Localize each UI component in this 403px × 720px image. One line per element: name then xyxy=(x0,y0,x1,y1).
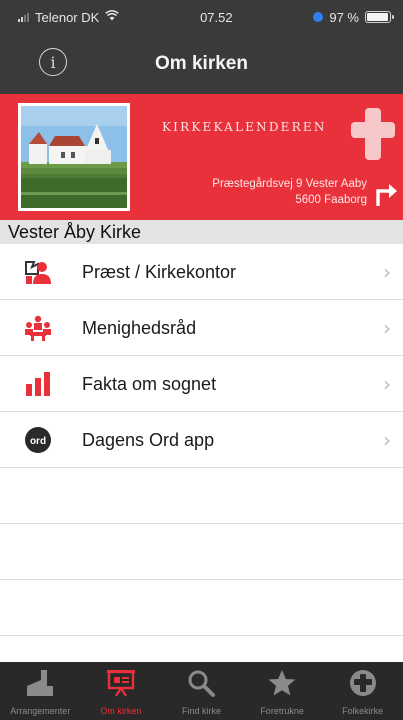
info-icon[interactable]: i xyxy=(39,48,67,76)
menu-item-label: Fakta om sognet xyxy=(82,374,217,394)
menu-list: Præst / Kirkekontor › Menighedsråd › Fak… xyxy=(0,244,403,636)
battery-icon xyxy=(365,11,394,23)
tab-om-kirken[interactable]: Om kirken xyxy=(81,662,162,720)
chevron-right-icon: › xyxy=(383,372,391,396)
menu-item-label: Dagens Ord app xyxy=(82,430,215,450)
tab-label: Om kirken xyxy=(100,706,142,716)
wifi-icon xyxy=(105,10,120,24)
tab-find-kirke[interactable]: Find kirke xyxy=(161,662,242,720)
ord-icon-text: ord xyxy=(30,436,46,447)
top-bar: Telenor DK 07.52 97 % i Om kirken xyxy=(0,0,403,94)
chevron-right-icon: › xyxy=(383,316,391,340)
people-icon xyxy=(24,258,52,286)
church-name-header: Vester Åby Kirke xyxy=(0,220,403,244)
church-banner: KIRKEKALENDEREN Præstegårdsvej 9 Vester … xyxy=(0,94,403,220)
tab-label: Foretrukne xyxy=(260,706,304,716)
menu-item-label: Menighedsråd xyxy=(82,318,197,338)
chevron-right-icon: › xyxy=(383,428,391,452)
star-icon xyxy=(267,668,297,698)
cross-logo-icon xyxy=(351,108,395,160)
menu-item-dagens-ord[interactable]: ord Dagens Ord app › xyxy=(0,412,403,468)
brand-name: KIRKEKALENDEREN xyxy=(162,120,327,134)
tab-label: Arrangementer xyxy=(10,706,71,716)
presentation-icon xyxy=(106,668,136,698)
empty-row xyxy=(0,580,403,636)
menu-item-fakta[interactable]: Fakta om sognet › xyxy=(0,356,403,412)
council-icon xyxy=(24,314,52,342)
location-icon xyxy=(313,12,324,22)
navigation-bar: i Om kirken xyxy=(0,34,403,94)
address-street: Præstegårdsvej 9 Vester Aaby xyxy=(212,178,367,190)
menu-item-menighedsraad[interactable]: Menighedsråd › xyxy=(0,300,403,356)
empty-row xyxy=(0,524,403,580)
status-bar: Telenor DK 07.52 97 % xyxy=(0,0,403,34)
address-city: 5600 Faaborg xyxy=(295,194,367,206)
tab-label: Find kirke xyxy=(181,706,221,716)
page-title: Om kirken xyxy=(155,53,248,74)
bar-chart-icon xyxy=(24,370,52,398)
church-address[interactable]: Præstegårdsvej 9 Vester Aaby 5600 Faabor… xyxy=(212,176,367,208)
tab-label: Folkekirke xyxy=(342,706,384,716)
ord-icon: ord xyxy=(24,426,52,454)
church-icon xyxy=(25,668,55,698)
battery-percent: 97 % xyxy=(329,9,359,25)
chevron-right-icon: › xyxy=(383,260,391,284)
tab-bar: Arrangementer Om kirken Find kirke Foret… xyxy=(0,662,403,720)
carrier-label: Telenor DK xyxy=(35,9,100,25)
menu-item-label: Præst / Kirkekontor xyxy=(82,262,237,282)
search-icon xyxy=(186,668,216,698)
directions-icon[interactable] xyxy=(373,179,399,207)
cross-circle-icon xyxy=(348,668,378,698)
tab-arrangementer[interactable]: Arrangementer xyxy=(0,662,81,720)
clock: 07.52 xyxy=(200,9,233,25)
tab-folkekirke[interactable]: Folkekirke xyxy=(322,662,403,720)
signal-icon xyxy=(18,12,29,22)
empty-row xyxy=(0,468,403,524)
church-photo xyxy=(18,103,130,211)
menu-item-praest[interactable]: Præst / Kirkekontor › xyxy=(0,244,403,300)
tab-foretrukne[interactable]: Foretrukne xyxy=(242,662,323,720)
